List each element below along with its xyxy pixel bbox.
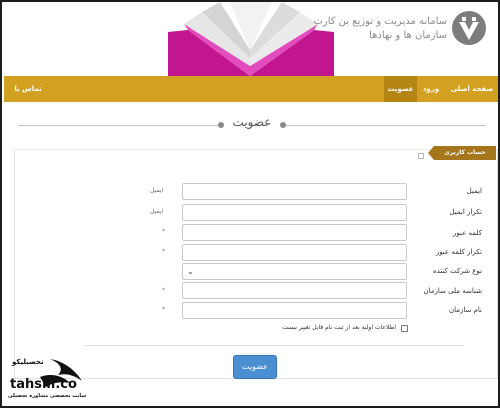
nav-item-register[interactable]: عضویت: [384, 76, 417, 102]
title-rule-left: [18, 125, 218, 126]
form-divider: [84, 345, 464, 346]
repeat-email-label: تکرار ایمیل: [449, 208, 482, 216]
email-field[interactable]: [182, 183, 407, 200]
org-name-field[interactable]: [182, 302, 407, 319]
watermark-tagline: سایت تخصصی مشاوره تحصیلی: [8, 393, 87, 399]
password-required-mark: *: [162, 228, 165, 235]
logo-emblem-icon: [452, 11, 486, 45]
repeat-password-label: تکرار کلمه عبور: [435, 248, 482, 256]
section-toggle[interactable]: [418, 153, 424, 159]
national-id-label: شناسه ملی سازمان: [423, 287, 482, 295]
terms-row: اطلاعات اولیه بعد از ثبت نام قابل تغییر …: [278, 324, 408, 335]
repeat-email-field[interactable]: [182, 204, 407, 221]
org-name-label: نام سازمان: [448, 306, 482, 314]
title-rule-right: [286, 125, 486, 126]
repeat-password-required-mark: *: [162, 248, 165, 255]
nav-item-login[interactable]: ورود: [417, 76, 445, 102]
terms-checkbox[interactable]: [401, 325, 408, 332]
main-nav: صفحه اصلی ورود عضویت تماس با ما: [4, 76, 498, 119]
logo-title: سامانه مدیریت و توزیع بن کارت: [313, 16, 447, 27]
password-label: کلمه عبور: [453, 229, 482, 237]
register-button[interactable]: عضویت: [233, 355, 277, 379]
watermark-brand: tahsili.co: [10, 377, 77, 392]
site-header: سامانه مدیریت و توزیع بن کارت سازمان ها …: [2, 2, 498, 76]
repeat-email-hint: ایمیل: [150, 208, 164, 215]
nav-item-contact[interactable]: تماس با ما: [10, 76, 46, 119]
national-id-field[interactable]: [182, 282, 407, 299]
national-id-required-mark: *: [162, 287, 165, 294]
book-illustration: [168, 2, 334, 76]
chevron-down-icon: ⌄: [187, 267, 194, 276]
nav-item-home[interactable]: صفحه اصلی: [446, 76, 498, 102]
password-field[interactable]: [182, 224, 407, 241]
participant-type-label: نوع شرکت کننده: [432, 267, 482, 275]
title-dot-left: [218, 122, 224, 128]
section-tab-account: حساب کاربری: [428, 146, 496, 160]
participant-type-select[interactable]: ⌄: [182, 263, 407, 280]
terms-label: اطلاعات اولیه بعد از ثبت نام قابل تغییر …: [282, 324, 396, 331]
email-label: ایمیل: [466, 187, 482, 195]
org-name-required-mark: *: [162, 306, 165, 313]
repeat-password-field[interactable]: [182, 244, 407, 261]
email-hint: ایمیل: [150, 187, 164, 194]
site-logo[interactable]: سامانه مدیریت و توزیع بن کارت سازمان ها …: [313, 8, 495, 74]
watermark-brand-fa: تحصیلیکو: [12, 358, 44, 366]
page-title: عضویت: [232, 115, 272, 129]
logo-subtitle: سازمان ها و نهادها: [369, 30, 447, 41]
page-frame: سامانه مدیریت و توزیع بن کارت سازمان ها …: [0, 0, 500, 408]
